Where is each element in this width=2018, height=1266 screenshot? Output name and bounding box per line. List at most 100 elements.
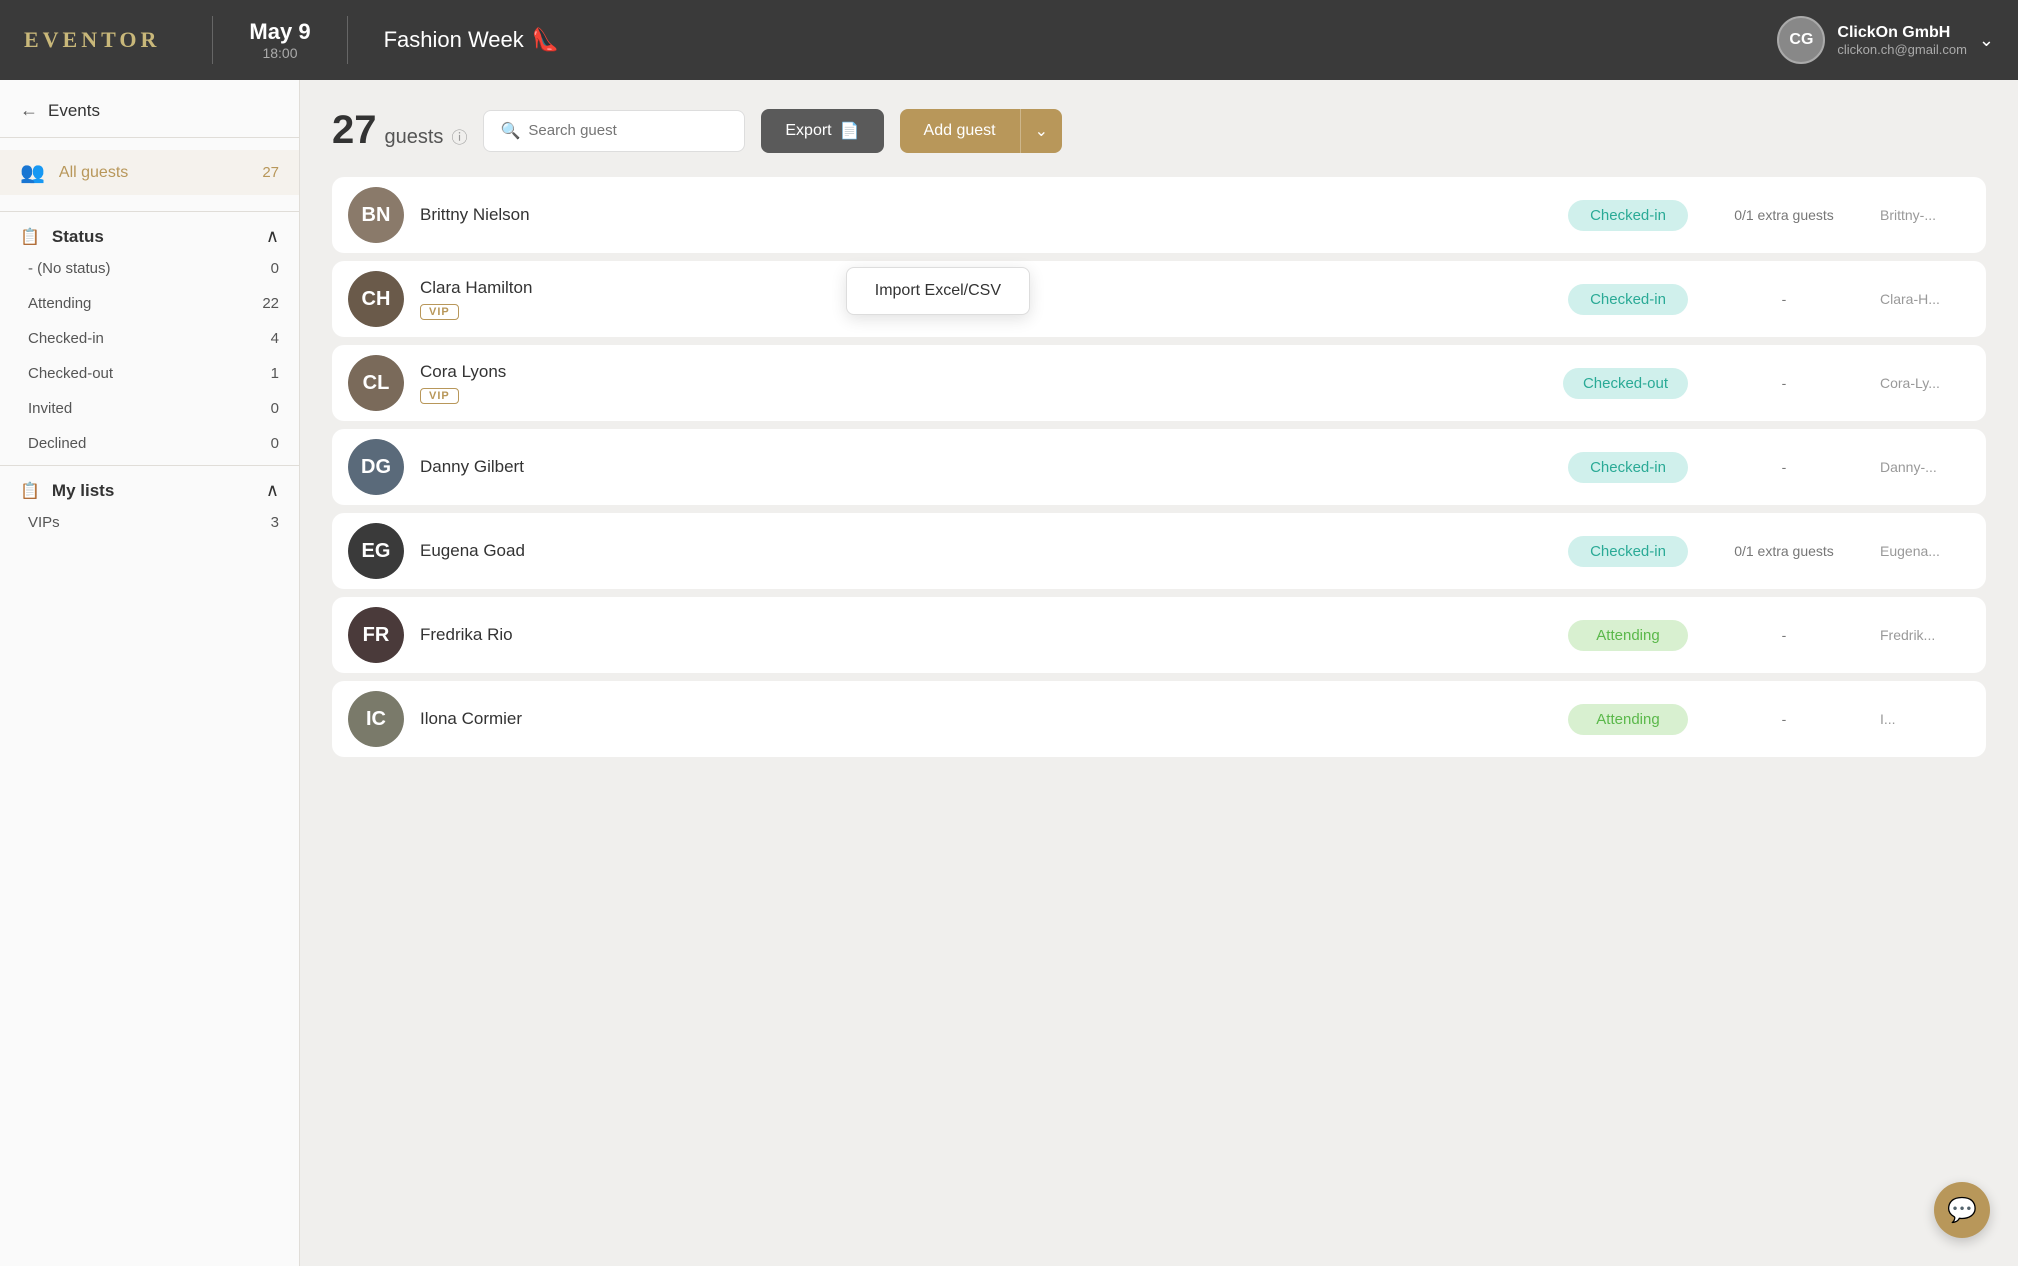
header-divider-2 [347, 16, 348, 64]
status-badge: Checked-in [1568, 200, 1688, 231]
status-item-label: Checked-in [28, 330, 104, 347]
avatar-initials: DG [348, 439, 404, 495]
status-badge: Checked-out [1563, 368, 1688, 399]
sidebar-status-item[interactable]: Declined 0 [0, 426, 299, 461]
search-box: 🔍 [483, 110, 745, 152]
guest-info: Brittny Nielson [420, 205, 1552, 225]
guest-row[interactable]: IC Ilona Cormier Attending - I... [332, 681, 1986, 757]
guests-word: guests [385, 126, 444, 149]
status-badge: Attending [1568, 620, 1688, 651]
status-item-count: 4 [271, 330, 279, 347]
status-item-label: Checked-out [28, 365, 113, 382]
guest-number: 27 [332, 108, 377, 153]
guest-avatar: FR [348, 607, 404, 663]
status-badge: Checked-in [1568, 536, 1688, 567]
guest-email: Cora-Ly... [1880, 375, 1970, 391]
guest-name: Danny Gilbert [420, 457, 1552, 477]
my-lists-category[interactable]: 📋 My lists ∧ [0, 470, 299, 505]
guest-extra: 0/1 extra guests [1704, 207, 1864, 223]
chat-icon: 💬 [1947, 1196, 1977, 1225]
back-label: Events [48, 101, 100, 121]
status-badge: Checked-in [1568, 284, 1688, 315]
guest-row[interactable]: BN Brittny Nielson Checked-in 0/1 extra … [332, 177, 1986, 253]
my-lists-icon: 📋 [20, 481, 40, 501]
vip-badge: VIP [420, 304, 459, 320]
user-email: clickon.ch@gmail.com [1837, 42, 1967, 57]
info-icon[interactable]: ⓘ [451, 124, 467, 148]
event-date: May 9 [249, 19, 310, 45]
status-item-label: Declined [28, 435, 86, 452]
guest-info: Fredrika Rio [420, 625, 1552, 645]
guest-info: Cora Lyons VIP [420, 362, 1547, 404]
content-topbar: 27 guests ⓘ 🔍 Export 📄 Add guest ⌄ [332, 108, 1986, 153]
guest-row[interactable]: FR Fredrika Rio Attending - Fredrik... [332, 597, 1986, 673]
guest-list: BN Brittny Nielson Checked-in 0/1 extra … [332, 177, 1986, 765]
guest-extra: - [1704, 459, 1864, 475]
search-icon: 🔍 [500, 121, 520, 141]
sidebar-status-item[interactable]: Invited0 [0, 391, 299, 426]
sidebar-status-item[interactable]: - (No status)0 [0, 251, 299, 286]
guest-email: Danny-... [1880, 459, 1970, 475]
guest-info: Danny Gilbert [420, 457, 1552, 477]
status-icon: 📋 [20, 227, 40, 247]
header: EVENTOR May 9 18:00 Fashion Week 👠 CG Cl… [0, 0, 2018, 80]
add-guest-label: Add guest [900, 110, 1020, 152]
sidebar-status-item[interactable]: Checked-in 4 [0, 321, 299, 356]
status-item-count: 0 [271, 400, 279, 417]
status-badge: Checked-in [1568, 452, 1688, 483]
header-date: May 9 18:00 [249, 19, 310, 61]
sidebar-status-item[interactable]: Checked-out 1 [0, 356, 299, 391]
all-guests-label: All guests [59, 164, 128, 182]
sidebar-list-item[interactable]: VIPs 3 [0, 505, 299, 540]
list-item-label: VIPs [28, 514, 60, 531]
guest-email: I... [1880, 711, 1970, 727]
guest-extra: - [1704, 627, 1864, 643]
guest-email: Brittny-... [1880, 207, 1970, 223]
chat-bubble-button[interactable]: 💬 [1934, 1182, 1990, 1238]
all-guests-count: 27 [262, 164, 279, 181]
list-items-list: VIPs 3 [0, 505, 299, 540]
export-button[interactable]: Export 📄 [761, 109, 883, 153]
back-arrow-icon: ← [20, 100, 38, 121]
account-chevron-icon[interactable]: ⌄ [1979, 30, 1994, 51]
list-item-count: 3 [271, 514, 279, 531]
status-item-label: Attending [28, 295, 91, 312]
status-item-count: 0 [271, 435, 279, 452]
guest-extra: - [1704, 375, 1864, 391]
guest-row[interactable]: CH Clara Hamilton VIP Checked-in - Clara… [332, 261, 1986, 337]
guest-avatar: EG [348, 523, 404, 579]
sidebar-item-all-guests[interactable]: 👥 All guests 27 [0, 150, 299, 195]
guest-row[interactable]: DG Danny Gilbert Checked-in - Danny-... [332, 429, 1986, 505]
all-guests-icon: 👥 [20, 160, 45, 185]
avatar-initials: BN [348, 187, 404, 243]
guest-row[interactable]: EG Eugena Goad Checked-in 0/1 extra gues… [332, 513, 1986, 589]
status-category[interactable]: 📋 Status ∧ [0, 216, 299, 251]
guest-avatar: CL [348, 355, 404, 411]
guest-row[interactable]: CL Cora Lyons VIP Checked-out - Cora-Ly.… [332, 345, 1986, 421]
guest-name: Cora Lyons [420, 362, 1547, 382]
header-right: CG ClickOn GmbH clickon.ch@gmail.com ⌄ [1777, 16, 1994, 64]
avatar-initials: CH [348, 271, 404, 327]
guest-name: Ilona Cormier [420, 709, 1552, 729]
sidebar: ← Events 👥 All guests 27 📋 Status ∧ - (N… [0, 80, 300, 1266]
guest-name: Brittny Nielson [420, 205, 1552, 225]
user-name: ClickOn GmbH [1837, 24, 1967, 42]
guest-extra: - [1704, 291, 1864, 307]
guest-info: Eugena Goad [420, 541, 1552, 561]
back-to-events[interactable]: ← Events [0, 80, 299, 138]
status-label: Status [52, 227, 104, 247]
user-info: ClickOn GmbH clickon.ch@gmail.com [1837, 24, 1967, 57]
status-item-count: 1 [271, 365, 279, 382]
guest-email: Fredrik... [1880, 627, 1970, 643]
guest-extra: - [1704, 711, 1864, 727]
status-item-count: 22 [262, 295, 279, 312]
search-input[interactable] [528, 122, 728, 139]
add-chevron-icon[interactable]: ⌄ [1021, 109, 1062, 153]
main-content: 27 guests ⓘ 🔍 Export 📄 Add guest ⌄ [300, 80, 2018, 1266]
main-layout: ← Events 👥 All guests 27 📋 Status ∧ - (N… [0, 80, 2018, 1266]
import-excel-option[interactable]: Import Excel/CSV [847, 268, 1029, 314]
status-item-count: 0 [271, 260, 279, 277]
event-title: Fashion Week 👠 [384, 27, 560, 53]
sidebar-status-item[interactable]: Attending 22 [0, 286, 299, 321]
add-guest-button[interactable]: Add guest ⌄ [900, 109, 1062, 153]
